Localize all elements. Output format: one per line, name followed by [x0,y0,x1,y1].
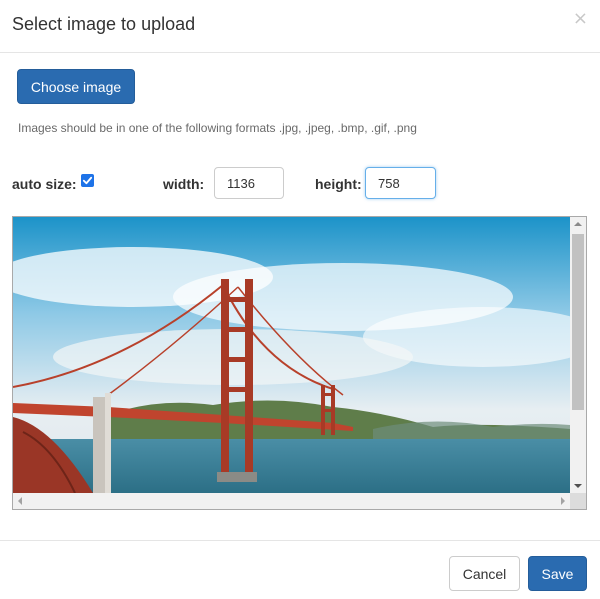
scroll-left-icon[interactable] [18,497,22,505]
horizontal-scrollbar[interactable] [13,493,570,509]
image-preview-frame [12,216,587,510]
auto-size-checkbox[interactable] [81,174,94,187]
vertical-scrollbar[interactable] [570,217,586,493]
save-button[interactable]: Save [528,556,587,591]
checkmark-icon [82,176,93,185]
scroll-down-icon[interactable] [574,484,582,488]
dialog-title: Select image to upload [12,14,196,34]
scroll-right-icon[interactable] [561,497,565,505]
photo-of-bridge-icon [13,217,570,493]
height-label: height: [315,176,362,192]
width-input[interactable] [214,167,284,199]
cancel-button[interactable]: Cancel [449,556,520,591]
width-label: width: [163,176,205,192]
dialog-header: Select image to upload × [0,0,600,53]
upload-dialog: Select image to upload × Choose image Im… [0,0,600,599]
vertical-scroll-thumb[interactable] [572,234,584,410]
format-help-text: Images should be in one of the following… [18,121,417,135]
scrollbar-corner [570,493,586,509]
auto-size-label: auto size: [12,176,77,192]
choose-image-button[interactable]: Choose image [17,69,135,104]
height-input[interactable] [365,167,436,199]
scroll-up-icon[interactable] [574,222,582,226]
footer-divider [0,540,600,541]
close-icon[interactable]: × [573,10,588,28]
